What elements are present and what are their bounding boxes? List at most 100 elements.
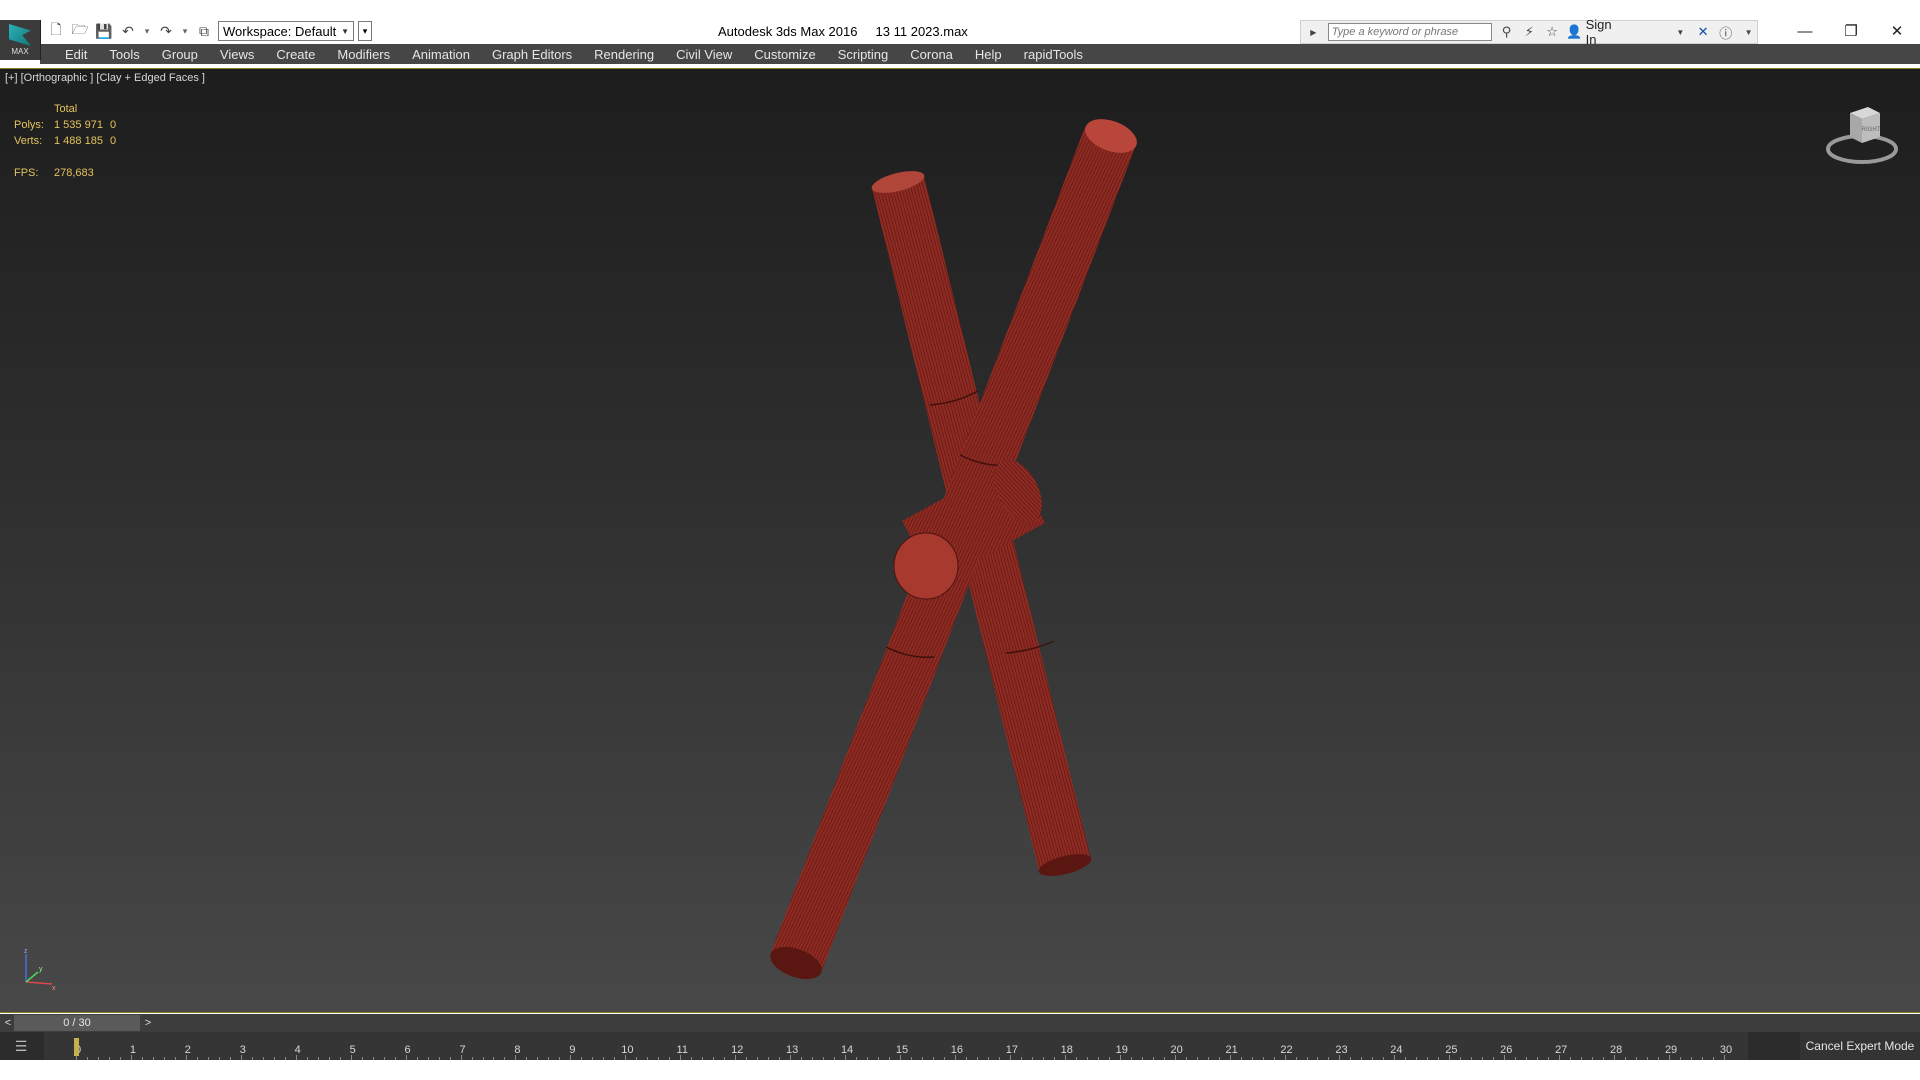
track-bar-tick-label: 28 — [1610, 1044, 1623, 1056]
perspective-viewport[interactable]: [+] [Orthographic ] [Clay + Edged Faces … — [0, 68, 1920, 1013]
stats-header: Total — [54, 103, 78, 115]
track-bar-tick-label: 7 — [459, 1044, 466, 1056]
svg-text:z: z — [24, 948, 28, 955]
viewcube-icon[interactable]: RIGHT — [1824, 99, 1900, 169]
search-input[interactable] — [1327, 23, 1493, 41]
logo-text: MAX — [11, 47, 29, 56]
communication-center-icon[interactable]: ⚡ — [1521, 24, 1538, 40]
time-slider[interactable]: < 0 / 30 > — [0, 1014, 1920, 1032]
polys-label: Polys: — [14, 119, 44, 131]
time-slider-next-button[interactable]: > — [142, 1014, 154, 1032]
sign-in-label: Sign In — [1585, 17, 1612, 47]
track-bar-tick-label: 11 — [676, 1044, 688, 1056]
redo-icon[interactable]: ↷ — [156, 21, 176, 41]
undo-dropdown-icon[interactable]: ▾ — [142, 21, 152, 41]
track-bar-tick-label: 14 — [840, 1044, 854, 1056]
help-dropdown-icon[interactable]: ▼ — [1740, 28, 1757, 37]
window-title: Autodesk 3ds Max 2016 13 11 2023.max — [718, 24, 968, 39]
workspace-label: Workspace: Default — [223, 23, 337, 39]
track-bar-tick-label: 13 — [786, 1044, 799, 1056]
track-bar-tick-label: 17 — [1005, 1044, 1018, 1056]
help-icon[interactable]: ⓘ — [1717, 23, 1734, 42]
verts-label: Verts: — [14, 135, 43, 147]
menu-item-views[interactable]: Views — [209, 47, 265, 62]
undo-icon[interactable]: ↶ — [118, 21, 138, 41]
track-bar-tick-label: 24 — [1390, 1044, 1403, 1056]
minimize-icon[interactable]: — — [1782, 18, 1828, 44]
sign-in-dropdown-icon[interactable]: ▼ — [1672, 28, 1689, 37]
menu-item-help[interactable]: Help — [964, 47, 1013, 62]
close-icon[interactable]: ✕ — [1874, 18, 1920, 44]
project-folder-icon[interactable]: ⧉ — [194, 21, 214, 41]
menu-item-corona[interactable]: Corona — [899, 47, 964, 62]
current-frame-marker[interactable] — [74, 1038, 79, 1056]
window-controls: — ❐ ✕ — [1782, 18, 1920, 44]
menu-item-rendering[interactable]: Rendering — [583, 47, 665, 62]
track-bar-tick-label: 29 — [1664, 1044, 1678, 1056]
binoculars-icon[interactable]: ⚲ — [1498, 24, 1515, 40]
title-bar: MAX 🗋 🗁 💾 ↶ ▾ ↷ ▾ ⧉ Workspace: Default ▼… — [0, 0, 1920, 60]
time-slider-prev-button[interactable]: < — [2, 1014, 14, 1032]
statistics-overlay: Total Polys: 1 535 971 0 Verts: 1 488 18… — [14, 101, 116, 181]
track-bar: ☰ 01234567891011121314151617181920212223… — [0, 1032, 1920, 1060]
track-bar-tick-label: 15 — [895, 1044, 909, 1056]
redo-dropdown-icon[interactable]: ▾ — [180, 21, 190, 41]
track-bar-tick-label: 1 — [129, 1044, 136, 1056]
restore-icon[interactable]: ❐ — [1828, 18, 1874, 44]
track-bar-tick-label: 9 — [569, 1044, 576, 1056]
menu-item-customize[interactable]: Customize — [743, 47, 826, 62]
polys-total: 1 535 971 — [54, 119, 103, 131]
track-bar-tick-label: 25 — [1445, 1044, 1458, 1056]
fps-label: FPS: — [14, 167, 39, 179]
track-bar-tick-label: 5 — [349, 1044, 356, 1056]
track-bar-tick-label: 30 — [1719, 1044, 1733, 1056]
menu-item-create[interactable]: Create — [265, 47, 326, 62]
track-bar-tick-label: 4 — [294, 1044, 301, 1056]
track-bar-tick-label: 27 — [1555, 1044, 1568, 1056]
track-bar-tick-label: 19 — [1115, 1044, 1128, 1056]
track-bar-tick-label: 26 — [1500, 1044, 1513, 1056]
track-bar-tick-label: 3 — [239, 1044, 246, 1056]
time-slider-track[interactable] — [156, 1014, 1920, 1032]
track-bar-tick-label: 16 — [950, 1044, 964, 1056]
open-file-icon[interactable]: 🗁 — [70, 21, 90, 41]
verts-selected: 0 — [110, 135, 117, 147]
track-bar-tick-label: 21 — [1225, 1044, 1238, 1056]
polys-selected: 0 — [110, 119, 117, 131]
track-bar-ruler[interactable]: 0123456789101112131415161718192021222324… — [44, 1032, 1748, 1060]
viewcube-face-label: RIGHT — [1862, 127, 1881, 133]
favorites-star-icon[interactable]: ☆ — [1544, 24, 1561, 40]
viewport-label-menu[interactable]: [+] [Orthographic ] [Clay + Edged Faces … — [5, 72, 205, 84]
3dsmax-logo-icon — [9, 24, 31, 46]
main-menu-bar: Edit Tools Group Views Create Modifiers Animat… — [40, 44, 1920, 64]
track-bar-tick-label: 18 — [1060, 1044, 1073, 1056]
menu-item-modifiers[interactable]: Modifiers — [326, 47, 401, 62]
workspace-select[interactable]: Workspace: Default ▼ — [218, 21, 354, 41]
mini-curve-editor-icon[interactable]: ☰ — [8, 1037, 34, 1055]
menu-item-tools[interactable]: Tools — [98, 47, 150, 62]
expand-arrow-icon[interactable]: ▶ — [1305, 28, 1322, 37]
track-bar-tick-label: 12 — [731, 1044, 744, 1056]
menu-item-scripting[interactable]: Scripting — [827, 47, 900, 62]
menu-item-civil-view[interactable]: Civil View — [665, 47, 743, 62]
new-file-icon[interactable]: 🗋 — [46, 21, 66, 41]
track-bar-tick-label: 10 — [621, 1044, 634, 1056]
track-bar-tick-label: 22 — [1280, 1044, 1293, 1056]
menu-item-edit[interactable]: Edit — [54, 47, 98, 62]
menu-item-animation[interactable]: Animation — [401, 47, 481, 62]
chevron-down-icon: ▼ — [341, 26, 349, 36]
toolbar-overflow-button[interactable]: ▾ — [358, 21, 372, 41]
sign-in-button[interactable]: 👤 Sign In — [1566, 17, 1622, 47]
menu-item-graph-editors[interactable]: Graph Editors — [481, 47, 583, 62]
time-slider-thumb[interactable]: 0 / 30 — [14, 1015, 140, 1031]
svg-text:y: y — [39, 966, 43, 973]
menu-item-rapidtools[interactable]: rapidTools — [1013, 47, 1094, 62]
application-menu-button[interactable]: MAX — [0, 20, 41, 60]
cancel-expert-mode-button[interactable]: Cancel Expert Mode — [1800, 1032, 1920, 1060]
track-bar-tick-label: 20 — [1170, 1044, 1183, 1056]
exchange-apps-icon[interactable]: ✕ — [1695, 24, 1712, 40]
scene-render — [770, 119, 1137, 980]
menu-item-group[interactable]: Group — [151, 47, 209, 62]
track-bar-tick-label: 8 — [514, 1044, 521, 1056]
save-file-icon[interactable]: 💾 — [94, 21, 114, 41]
